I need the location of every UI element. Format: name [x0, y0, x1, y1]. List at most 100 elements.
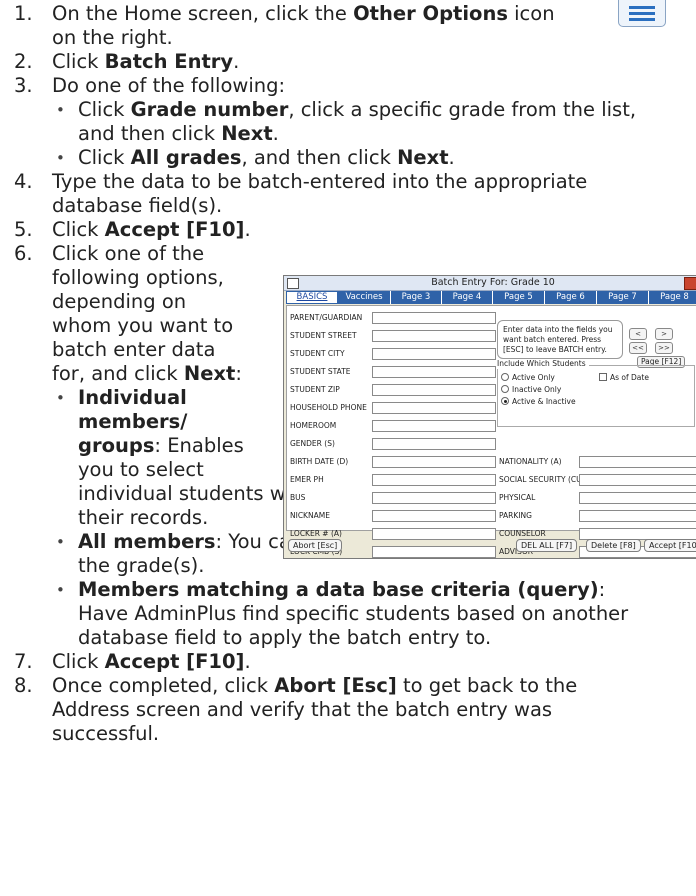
basics-panel: PARENT/GUARDIAN STUDENT STREET STUDENT C…: [286, 305, 696, 558]
field-label: PARKING: [499, 511, 532, 520]
homeroom-field[interactable]: [372, 420, 496, 432]
field-label: EMER PH: [290, 475, 324, 484]
social-security-field[interactable]: [579, 474, 696, 486]
student-street-field[interactable]: [372, 330, 496, 342]
sub-step-text: Have AdminPlus find specific students ba…: [78, 602, 629, 625]
sub-step-text: the grade(s).: [78, 554, 205, 577]
step-number: 3.: [14, 74, 33, 97]
radio-active-only[interactable]: Active Only: [501, 373, 555, 383]
parking-field[interactable]: [579, 510, 696, 522]
field-label: STUDENT STREET: [290, 331, 357, 340]
step-text: successful.: [52, 722, 160, 745]
step-number: 1.: [14, 2, 33, 25]
window-icon: [287, 278, 299, 289]
student-zip-field[interactable]: [372, 384, 496, 396]
group-title: Include Which Students: [497, 359, 589, 369]
dialog-title: Batch Entry For: Grade 10: [431, 277, 555, 288]
parent-guardian-field[interactable]: [372, 312, 496, 324]
tab-basics[interactable]: BASICS: [286, 291, 338, 304]
as-of-date-checkbox[interactable]: As of Date: [599, 373, 649, 383]
last-record-button[interactable]: >>: [655, 342, 673, 354]
first-record-button[interactable]: <<: [629, 342, 647, 354]
sub-step-text: groups: Enables: [78, 434, 244, 457]
field-label: NICKNAME: [290, 511, 330, 520]
lock-cmb-field[interactable]: [372, 546, 496, 558]
radio-inactive-only[interactable]: Inactive Only: [501, 385, 561, 395]
step-text: whom you want to: [52, 314, 234, 337]
tab-vaccines[interactable]: Vaccines: [338, 291, 391, 304]
step-text: Type the data to be batch-entered into t…: [52, 170, 588, 193]
step-text: Click Accept [F10].: [52, 218, 251, 241]
step-number: 2.: [14, 50, 33, 73]
next-record-button[interactable]: >: [655, 328, 673, 340]
field-label: HOUSEHOLD PHONE: [290, 403, 367, 412]
step-number: 6.: [14, 242, 33, 265]
abort-button[interactable]: Abort [Esc]: [288, 539, 343, 552]
field-label: BUS: [290, 493, 306, 502]
del-all-button[interactable]: DEL ALL [F7]: [516, 539, 578, 552]
emer-ph-field[interactable]: [372, 474, 496, 486]
step-text: following options,: [52, 266, 224, 289]
step-text: Click Batch Entry.: [52, 50, 240, 73]
field-label: PARENT/GUARDIAN: [290, 313, 363, 322]
field-label: STUDENT ZIP: [290, 385, 340, 394]
accept-button[interactable]: Accept [F10]: [644, 539, 696, 552]
step-number: 8.: [14, 674, 33, 697]
birth-date-field[interactable]: [372, 456, 496, 468]
step-text: Do one of the following:: [52, 74, 286, 97]
other-options-icon: [618, 0, 666, 27]
step-text: Once completed, click Abort [Esc] to get…: [52, 674, 578, 697]
step-number: 4.: [14, 170, 33, 193]
close-icon[interactable]: [684, 277, 696, 290]
field-label: GENDER (S): [290, 439, 335, 448]
physical-field[interactable]: [579, 492, 696, 504]
field-label: BIRTH DATE (D): [290, 457, 349, 466]
tab-page-5[interactable]: Page 5: [493, 291, 545, 304]
step-text: depending on: [52, 290, 187, 313]
tab-page-8[interactable]: Page 8: [649, 291, 696, 304]
step-text: On the Home screen, click the Other Opti…: [52, 2, 555, 25]
sub-step-text: Individual: [78, 386, 187, 409]
radio-active-inactive[interactable]: Active & Inactive: [501, 397, 576, 407]
delete-button[interactable]: Delete [F8]: [586, 539, 641, 552]
locker-field[interactable]: [372, 528, 496, 540]
tab-page-7[interactable]: Page 7: [597, 291, 649, 304]
sub-step-text: and then click Next.: [78, 122, 279, 145]
field-label: PHYSICAL: [499, 493, 536, 502]
sub-step-text: Click All grades, and then click Next.: [78, 146, 455, 169]
field-label: SOCIAL SECURITY (CU): [499, 475, 585, 484]
sub-step-text: members/: [78, 410, 188, 433]
field-label: LOCKER # (A): [290, 529, 342, 538]
step-text: on the right.: [52, 26, 173, 49]
bullet: •: [56, 389, 65, 407]
prev-record-button[interactable]: <: [629, 328, 647, 340]
step-text: Click one of the: [52, 242, 205, 265]
tab-page-6[interactable]: Page 6: [545, 291, 597, 304]
bullet: •: [56, 581, 65, 599]
household-phone-field[interactable]: [372, 402, 496, 414]
bus-field[interactable]: [372, 492, 496, 504]
field-label: STUDENT CITY: [290, 349, 345, 358]
sub-step-text: Members matching a data base criteria (q…: [78, 578, 606, 601]
step-text: batch enter data: [52, 338, 216, 361]
tab-page-4[interactable]: Page 4: [442, 291, 493, 304]
student-state-field[interactable]: [372, 366, 496, 378]
info-message: Enter data into the fields you want batc…: [497, 320, 623, 359]
field-label: NATIONALITY (A): [499, 457, 562, 466]
sub-step-text: you to select: [78, 458, 204, 481]
bullet: •: [56, 101, 65, 119]
student-city-field[interactable]: [372, 348, 496, 360]
tab-page-3[interactable]: Page 3: [391, 291, 442, 304]
nickname-field[interactable]: [372, 510, 496, 522]
step-text: for, and click Next:: [52, 362, 242, 385]
nationality-field[interactable]: [579, 456, 696, 468]
gender-field[interactable]: [372, 438, 496, 450]
bullet: •: [56, 149, 65, 167]
step-text: database field(s).: [52, 194, 223, 217]
sub-step-text: Click Grade number, click a specific gra…: [78, 98, 637, 121]
field-label: HOMEROOM: [290, 421, 337, 430]
step-text: Click Accept [F10].: [52, 650, 251, 673]
field-label: COUNSELOR: [499, 529, 546, 538]
step-number: 7.: [14, 650, 33, 673]
step-text: Address screen and verify that the batch…: [52, 698, 553, 721]
